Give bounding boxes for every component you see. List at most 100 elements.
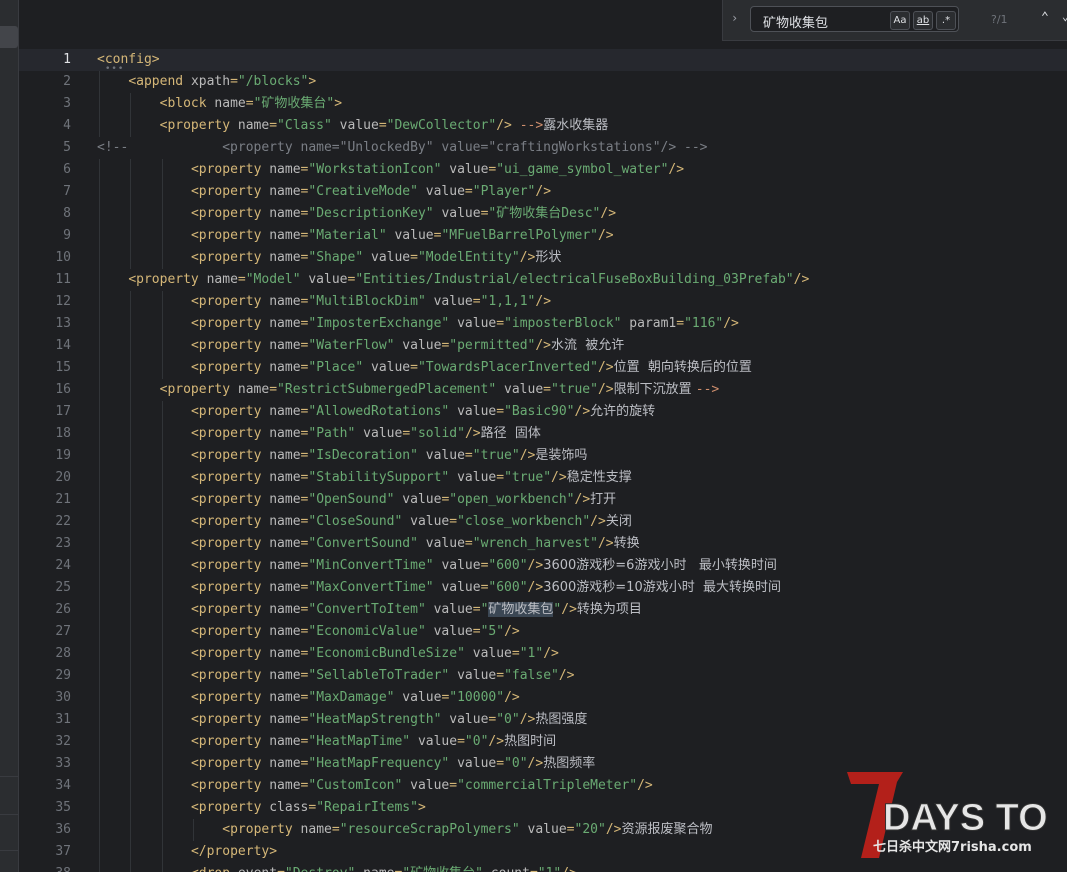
code-token: /> [597, 360, 614, 375]
code-token: <property [222, 822, 301, 837]
code-line[interactable]: 30 <property name="MaxDamage" value="1000… [19, 687, 1067, 709]
code-line[interactable]: 28 <property name = "EconomicBundleSize" va… [19, 643, 1067, 665]
code-text: <property name="StabilitySupport" value=… [191, 467, 632, 489]
indent-guide [99, 841, 100, 863]
code-line[interactable]: 17 <property name = "AllowedRotations" valu… [19, 401, 1067, 423]
whole-words-button[interactable]: ab [913, 11, 933, 30]
code-line[interactable]: 18 <property name="Path" value="solid"/>路… [19, 423, 1067, 445]
indent-guide [130, 863, 132, 872]
indent-guide [130, 225, 132, 247]
code-token: <property [190, 580, 270, 595]
code-token: = [245, 96, 254, 111]
code-text: <property name="ConvertToItem" value="矿物… [191, 599, 642, 621]
match-case-button[interactable]: Aa [890, 11, 910, 30]
code-token: = [464, 448, 473, 463]
watermark-logo: DAYS TO DIE 七日杀中文网7risha.com [845, 768, 1067, 860]
code-token: "矿物收集台Desc" [488, 206, 601, 221]
code-token: "resourceScrapPolymers" [339, 822, 528, 837]
code-line[interactable]: 29 <property name = "SellableToTrader" valu… [19, 665, 1067, 687]
indent-guide [130, 379, 132, 401]
fold-indicator[interactable]: ••• [105, 64, 124, 74]
code-line[interactable]: 10 <property name="Shape" value="ModelEnt… [19, 247, 1067, 269]
code-token: --> [695, 382, 720, 397]
regex-button[interactable]: .* [936, 11, 956, 30]
code-token: "TowardsPlacerInverted" [417, 360, 598, 375]
code-line[interactable]: 23 <property name="ConvertSound" value="w… [19, 533, 1067, 555]
code-token: <property [190, 184, 270, 199]
code-text: <property name="OpenSound" value="open_w… [191, 489, 616, 511]
code-token: /> [504, 624, 520, 639]
code-token: event [238, 866, 277, 872]
code-line[interactable]: 1 <config> [19, 49, 1067, 71]
code-line[interactable]: 15 <property name="Place" value="TowardsP… [19, 357, 1067, 379]
code-token: <property [190, 668, 270, 683]
code-editor[interactable]: 1 <config> 2 <append xpath="/blocks"> 3 <bloc… [19, 0, 1067, 872]
code-line[interactable]: 11 <property name="Model" value="Entities… [19, 269, 1067, 291]
indent-guide [161, 665, 163, 687]
code-token: "DescriptionKey" [308, 206, 442, 221]
code-line[interactable]: 27 <property name="EconomicValue" value="… [19, 621, 1067, 643]
code-token: name [269, 668, 301, 683]
code-line[interactable]: 24 <property name="MinConvertTime" value=… [19, 555, 1067, 577]
code-line[interactable]: 21 <property name="OpenSound" value="open… [19, 489, 1067, 511]
code-token: = [410, 250, 418, 265]
code-line[interactable]: 8 <property name="DescriptionKey" value="… [19, 203, 1067, 225]
code-token: 矿物收集包 [488, 602, 554, 617]
side-tab[interactable] [0, 26, 18, 48]
code-text: <property name="SellableToTrader" value=… [191, 665, 575, 687]
code-line[interactable]: 16 <property name="RestrictSubmergedPlace… [19, 379, 1067, 401]
code-token: "SellableToTrader" [308, 668, 458, 683]
code-token: "true" [472, 448, 520, 463]
code-line[interactable]: 38<drop event="Destroy" name="矿物收集台" cou… [19, 863, 1067, 872]
indent-guide [99, 467, 100, 489]
code-line[interactable]: 3 <block name="矿物收集台"> [19, 93, 1067, 115]
code-area[interactable]: 1 <config> 2 <append xpath="/blocks"> 3 <bloc… [19, 49, 1067, 872]
code-token: "imposterBlock" [504, 316, 630, 331]
line-number: 32 [55, 734, 71, 749]
code-token: /> [668, 162, 685, 177]
code-token: "RestrictSubmergedPlacement" [277, 382, 505, 397]
indent-guide [99, 71, 100, 93]
line-number: 16 [55, 382, 71, 397]
code-text: <property name="resourceScrapPolymers" v… [222, 819, 712, 841]
chevron-down-icon[interactable]: ⌄ [1062, 10, 1067, 23]
code-line[interactable]: 32 <property name="HeatMapTime" value="0"… [19, 731, 1067, 753]
indent-guide [99, 401, 100, 423]
line-number: 20 [55, 470, 71, 485]
code-line[interactable]: 6 <property name="WorkstationIcon" value=… [19, 159, 1067, 181]
code-text: <property name="HeatMapFrequency" value=… [191, 753, 595, 775]
code-token: value [457, 404, 497, 419]
expand-icon[interactable]: › [731, 11, 738, 25]
code-line[interactable]: 26 <property name="ConvertToItem" value="… [19, 599, 1067, 621]
search-input[interactable]: 矿物收集包 Aa ab .* [750, 6, 959, 32]
indent-guide [130, 313, 132, 335]
code-line[interactable]: 13 <property name = "ImposterExchange" valu… [19, 313, 1067, 335]
code-token: = [277, 866, 285, 872]
code-token: name [206, 272, 238, 287]
code-token: "0" [464, 734, 489, 749]
code-line[interactable]: 7 <property name="CreativeMode" value="Pl… [19, 181, 1067, 203]
code-text: <property name="MaxDamage" value="10000"… [191, 687, 520, 709]
code-token: name [237, 118, 270, 133]
code-line[interactable]: 31 <property name="HeatMapStrength" value… [19, 709, 1067, 731]
indent-guide [130, 555, 132, 577]
code-line[interactable]: 12 <property name="MultiBlockDim" value="… [19, 291, 1067, 313]
code-line[interactable]: 9 <property name="Material" value="MFuelB… [19, 225, 1067, 247]
code-line[interactable]: 14 <property name="WaterFlow" value="perm… [19, 335, 1067, 357]
line-number: 17 [55, 404, 71, 419]
chevron-up-icon[interactable]: ⌃ [1041, 10, 1049, 25]
indent-guide [130, 775, 132, 797]
code-line[interactable]: 2 <append xpath="/blocks"> [19, 71, 1067, 93]
code-line[interactable]: 4 <property name="Class" value="DewCollec… [19, 115, 1067, 137]
code-token: 是装饰吗 [535, 448, 588, 463]
code-line[interactable]: 25 <property name="MaxConvertTime" value=… [19, 577, 1067, 599]
code-line[interactable]: 20 <property name = "StabilitySupport" valu… [19, 467, 1067, 489]
indent-guide [161, 841, 163, 863]
code-token: name [269, 228, 301, 243]
indent-guide [161, 709, 163, 731]
code-token: = [496, 756, 505, 771]
code-line[interactable]: 19 <property name="IsDecoration" value="t… [19, 445, 1067, 467]
code-line[interactable]: 5 <!-- <property name="UnlockedBy" value=… [19, 137, 1067, 159]
code-token: "MinConvertTime" [308, 558, 442, 573]
code-line[interactable]: 22 <property name="CloseSound" value="clo… [19, 511, 1067, 533]
